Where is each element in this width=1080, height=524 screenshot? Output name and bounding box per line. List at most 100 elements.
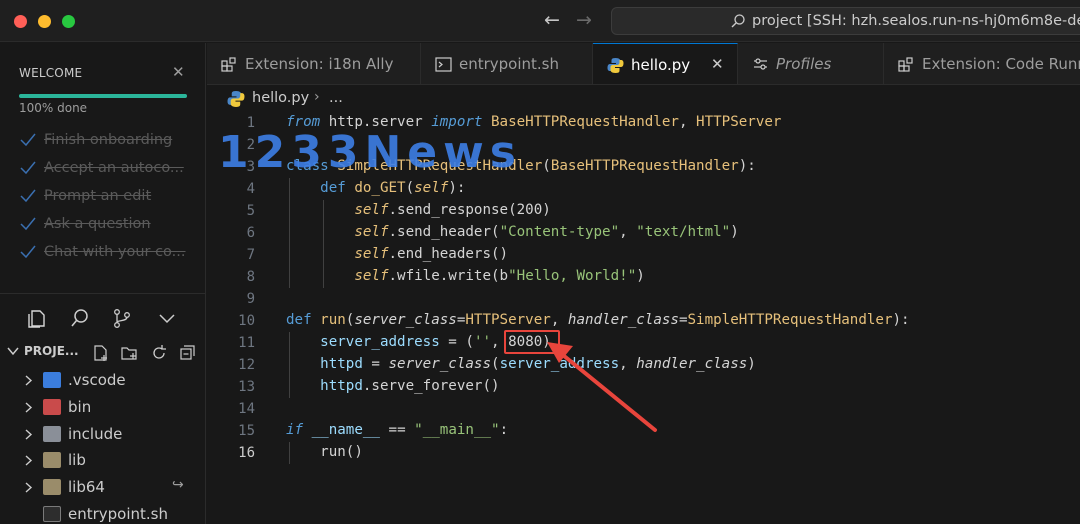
check-icon [20, 217, 36, 231]
tree-item-label: .vscode [68, 371, 126, 389]
line-number: 7 [246, 247, 255, 263]
code-line: 15 if __name__ == "__main__": [207, 420, 1080, 442]
code-line: 10 def run(server_class=HTTPServer, hand… [207, 310, 1080, 332]
tab-entrypoint-sh[interactable]: entrypoint.sh [421, 43, 593, 84]
tree-item-label: include [68, 425, 123, 443]
project-title: PROJE... [24, 344, 79, 358]
check-icon [20, 161, 36, 175]
back-arrow-icon[interactable]: ← [544, 9, 560, 31]
breadcrumb-more[interactable]: ... [329, 90, 343, 106]
check-icon [20, 245, 36, 259]
maximize-window-button[interactable] [62, 15, 75, 28]
onboarding-step[interactable]: Prompt an edit [19, 187, 199, 207]
line-number: 16 [238, 445, 255, 461]
code-line: 6 self.send_header("Content-type", "text… [207, 222, 1080, 244]
command-center[interactable]: project [SSH: hzh.sealos.run-ns-hj0m6m8e… [611, 7, 1080, 35]
source-control-icon[interactable] [111, 307, 133, 329]
terminal-file-icon [435, 57, 452, 72]
tree-item-lib64[interactable]: lib64 ↪ [0, 474, 206, 500]
tree-item-vscode[interactable]: .vscode [0, 367, 206, 393]
include-folder-icon [43, 426, 61, 442]
onboarding-step[interactable]: Accept an autoco... [19, 159, 199, 179]
code-line: 8 self.wfile.write(b"Hello, World!") [207, 266, 1080, 288]
code-line: 5 self.send_response(200) [207, 200, 1080, 222]
chevron-down-icon[interactable] [156, 307, 178, 329]
explorer-sidebar: PROJE... .vscode bin include lib lib64 ↪… [0, 293, 206, 524]
close-icon[interactable]: ✕ [711, 55, 724, 73]
chevron-right-icon [25, 375, 33, 386]
lib64-folder-icon [43, 479, 61, 495]
forward-arrow-icon[interactable]: → [576, 9, 592, 31]
tree-item-lib[interactable]: lib [0, 447, 206, 473]
chevron-right-icon [25, 455, 33, 466]
tree-item-label: lib [68, 451, 86, 469]
tab-label: Extension: Code Runn [922, 55, 1080, 73]
title-bar: ← → project [SSH: hzh.sealos.run-ns-hj0m… [0, 0, 1080, 42]
search-icon [731, 14, 745, 28]
line-number: 14 [238, 401, 255, 417]
line-number: 10 [238, 313, 255, 329]
tab-extension-code-runner[interactable]: Extension: Code Runn [884, 43, 1080, 84]
tree-item-include[interactable]: include [0, 421, 206, 447]
code-line: 7 self.end_headers() [207, 244, 1080, 266]
step-label: Prompt an edit [44, 188, 152, 204]
collapse-all-icon[interactable] [178, 344, 196, 362]
project-section-header[interactable]: PROJE... [0, 342, 206, 364]
code-text: httpd = server_class(server_address, han… [320, 356, 756, 372]
refresh-icon[interactable] [150, 344, 168, 362]
code-text: self.end_headers() [354, 246, 509, 262]
tab-label: Extension: i18n Ally [245, 55, 394, 73]
close-icon[interactable]: ✕ [172, 63, 185, 81]
code-line: 16 run() [207, 442, 1080, 464]
search-icon[interactable] [69, 307, 91, 329]
vscode-folder-icon [43, 372, 61, 388]
tree-item-entrypoint[interactable]: entrypoint.sh [0, 501, 206, 524]
progress-label: 100% done [19, 101, 88, 115]
new-file-icon[interactable] [92, 344, 110, 362]
onboarding-step[interactable]: Finish onboarding [19, 131, 199, 151]
tab-hello-py[interactable]: hello.py ✕ [593, 43, 738, 84]
tab-label: entrypoint.sh [459, 55, 560, 73]
line-number: 9 [246, 291, 255, 307]
chevron-down-icon [7, 347, 19, 356]
tab-profiles[interactable]: Profiles [738, 43, 884, 84]
symlink-icon: ↪ [172, 477, 184, 493]
tab-label: Profiles [776, 55, 832, 73]
code-line: 11 server_address = ('', 8080) [207, 332, 1080, 354]
progress-fill [19, 94, 187, 98]
code-line: 4 def do_GET(self): [207, 178, 1080, 200]
tab-extension-i18n-ally[interactable]: Extension: i18n Ally [207, 43, 421, 84]
welcome-panel: WELCOME ✕ 100% done Finish onboarding Ac… [0, 43, 206, 293]
code-text: self.send_header("Content-type", "text/h… [354, 224, 739, 240]
onboarding-step[interactable]: Ask a question [19, 215, 199, 235]
line-number: 12 [238, 357, 255, 373]
breadcrumb-file[interactable]: hello.py [252, 90, 309, 106]
explorer-files-icon[interactable] [25, 307, 47, 329]
new-folder-icon[interactable] [120, 344, 138, 362]
extension-icon [221, 57, 236, 72]
line-number: 6 [246, 225, 255, 241]
code-line: 12 httpd = server_class(server_address, … [207, 354, 1080, 376]
minimize-window-button[interactable] [38, 15, 51, 28]
code-line: 14 [207, 398, 1080, 420]
close-window-button[interactable] [14, 15, 27, 28]
step-label: Finish onboarding [44, 132, 173, 148]
tab-label: hello.py [631, 56, 691, 74]
breadcrumb: hello.py › ... [207, 86, 1080, 112]
tree-item-bin[interactable]: bin [0, 394, 206, 420]
onboarding-progress-bar [19, 94, 187, 98]
chevron-right-icon [25, 402, 33, 413]
port-highlight-box [504, 330, 560, 354]
code-text: self.wfile.write(b"Hello, World!") [354, 268, 645, 284]
code-text: def run(server_class=HTTPServer, handler… [286, 312, 910, 328]
shell-file-icon [43, 506, 61, 522]
onboarding-step[interactable]: Chat with your co... [19, 243, 199, 263]
tree-item-label: bin [68, 398, 92, 416]
profiles-icon [754, 58, 767, 70]
editor-tab-bar: Extension: i18n Ally entrypoint.sh hello… [207, 43, 1080, 85]
line-number: 4 [246, 181, 255, 197]
python-icon [607, 58, 624, 73]
tree-item-label: entrypoint.sh [68, 505, 169, 523]
line-number: 13 [238, 379, 255, 395]
step-label: Chat with your co... [44, 244, 186, 260]
